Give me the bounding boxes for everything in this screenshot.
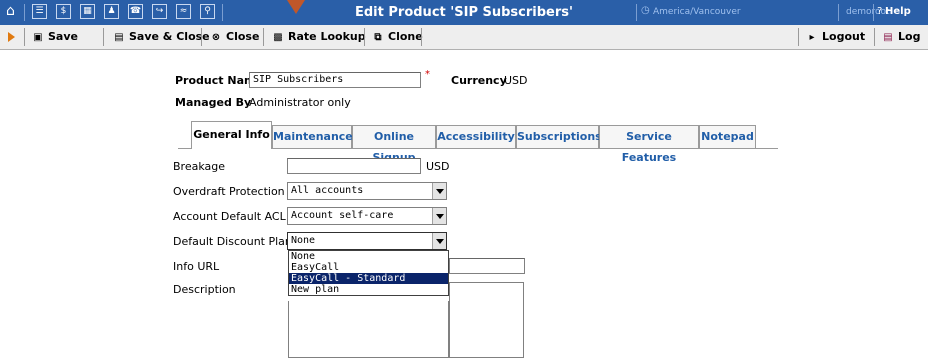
tab-general-info[interactable]: General Info xyxy=(191,121,272,149)
account-acl-select[interactable]: Account self-care xyxy=(287,207,447,225)
person-icon[interactable]: ♟ xyxy=(104,4,119,19)
breakage-label: Breakage xyxy=(173,160,226,173)
chevron-down-icon[interactable] xyxy=(432,183,446,199)
save-label: Save xyxy=(48,30,78,43)
lookup-icon: ▩ xyxy=(273,32,283,43)
managed-by-value: Administrator only xyxy=(249,96,351,109)
divider xyxy=(24,28,25,46)
currency-value: USD xyxy=(504,74,528,87)
logout-icon: ▸ xyxy=(809,32,815,43)
description-label: Description xyxy=(173,283,236,296)
help-icon: ? xyxy=(877,6,883,17)
user-name[interactable]: demoroot xyxy=(846,7,890,17)
floppy-icon: ▤ xyxy=(114,32,124,43)
divider xyxy=(798,28,799,46)
product-name-input[interactable]: SIP Subscribers xyxy=(249,72,421,88)
discount-plan-select[interactable]: None xyxy=(287,232,447,250)
save-close-button[interactable]: ▤ Save & Close xyxy=(113,25,210,49)
discount-option[interactable]: None xyxy=(289,251,448,262)
logout-button[interactable]: ▸ Logout xyxy=(806,25,865,49)
logout-label: Logout xyxy=(822,30,866,43)
dollar-icon[interactable]: $ xyxy=(56,4,71,19)
divider xyxy=(636,4,637,21)
currency-label: Currency xyxy=(451,74,507,87)
chevron-down-icon[interactable] xyxy=(432,208,446,224)
discount-plan-label: Default Discount Plan xyxy=(173,235,292,248)
info-url-label: Info URL xyxy=(173,260,220,273)
timezone-label[interactable]: America/Vancouver xyxy=(653,7,741,17)
breakage-unit: USD xyxy=(426,160,450,173)
rate-lookup-label: Rate Lookup xyxy=(288,30,366,43)
list-icon[interactable]: ☰ xyxy=(32,4,47,19)
account-acl-label: Account Default ACL xyxy=(173,210,286,223)
required-marker: * xyxy=(425,69,430,80)
divider xyxy=(364,28,365,46)
toolbar: ▣ Save ▤ Save & Close ⊗ Close ▩ Rate Lookup … xyxy=(0,25,928,50)
rate-lookup-button[interactable]: ▩ Rate Lookup xyxy=(272,25,366,49)
overdraft-value: All accounts xyxy=(291,185,364,196)
log-label: Log xyxy=(898,30,921,43)
discount-plan-dropdown: None EasyCall EasyCall - Standard New pl… xyxy=(288,250,449,296)
info-url-input[interactable] xyxy=(449,258,525,274)
phone-icon[interactable]: ☎ xyxy=(128,4,143,19)
account-acl-value: Account self-care xyxy=(291,210,394,221)
divider xyxy=(838,4,839,21)
clone-label: Clone xyxy=(388,30,423,43)
divider xyxy=(222,4,223,21)
divider xyxy=(24,4,25,21)
divider xyxy=(263,28,264,46)
overdraft-label: Overdraft Protection xyxy=(173,185,285,198)
home-icon[interactable]: ⌂ xyxy=(6,3,15,19)
tab-subscriptions[interactable]: Subscriptions xyxy=(516,125,602,148)
log-icon: ▤ xyxy=(883,32,893,43)
description-textarea[interactable] xyxy=(449,282,524,358)
close-icon: ⊗ xyxy=(211,32,221,43)
top-bar: ⌂ ☰ $ ▦ ♟ ☎ ↪ ≈ ⚲ Edit Product 'SIP Subs… xyxy=(0,0,928,25)
save-button[interactable]: ▣ Save xyxy=(32,25,78,49)
discount-option[interactable]: EasyCall xyxy=(289,262,448,273)
chevron-down-icon[interactable] xyxy=(432,233,446,249)
tab-accessibility[interactable]: Accessibility xyxy=(436,125,516,148)
description-textarea-left[interactable] xyxy=(288,301,449,358)
divider xyxy=(201,28,202,46)
clone-icon: ⧉ xyxy=(374,32,382,43)
clone-button[interactable]: ⧉ Clone xyxy=(372,25,423,49)
divider xyxy=(874,28,875,46)
breakage-input[interactable] xyxy=(287,158,421,174)
overdraft-select[interactable]: All accounts xyxy=(287,182,447,200)
managed-by-label: Managed By xyxy=(175,96,252,109)
pointer-marker-stem xyxy=(291,0,301,6)
discount-option-highlighted[interactable]: EasyCall - Standard xyxy=(289,273,448,284)
divider xyxy=(873,4,874,21)
help-link[interactable]: Help xyxy=(885,6,911,17)
close-button[interactable]: ⊗ Close xyxy=(210,25,260,49)
log-button[interactable]: ▤ Log xyxy=(882,25,920,49)
discount-option[interactable]: New plan xyxy=(289,284,448,295)
tab-online-signup[interactable]: Online Signup xyxy=(352,125,436,164)
tab-notepad[interactable]: Notepad xyxy=(699,125,756,148)
save-close-label: Save & Close xyxy=(129,30,210,43)
divider xyxy=(421,28,422,46)
tab-maintenance[interactable]: Maintenance xyxy=(272,125,353,148)
discount-plan-value: None xyxy=(291,235,316,246)
close-label: Close xyxy=(226,30,260,43)
clock-icon: ◷ xyxy=(641,5,650,16)
tab-service-features[interactable]: Service Features xyxy=(599,125,699,164)
floppy-icon: ▣ xyxy=(33,32,43,43)
grid-icon[interactable]: ▦ xyxy=(80,4,95,19)
chart-icon[interactable]: ≈ xyxy=(176,4,191,19)
search-icon[interactable]: ⚲ xyxy=(200,4,215,19)
play-icon[interactable] xyxy=(8,32,15,42)
divider xyxy=(103,28,104,46)
gateway-icon[interactable]: ↪ xyxy=(152,4,167,19)
